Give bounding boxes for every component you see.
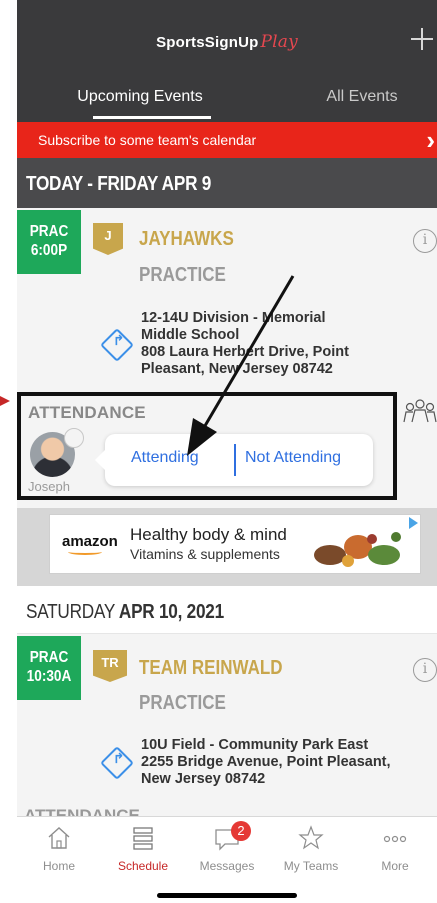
annotation-arrow [187,275,295,456]
app-screen: SportsSignUp Play Upcoming Events All Eve… [17,0,437,903]
side-arrow-marker [0,396,10,406]
